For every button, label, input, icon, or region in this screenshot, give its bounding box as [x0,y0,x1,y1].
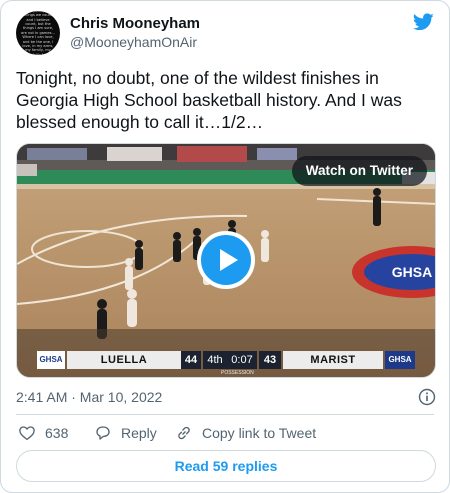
avatar-quote: "For years, the things we count and I be… [21,11,55,55]
scoreboard-left-logo: GHSA [37,351,65,369]
tweet-timestamp[interactable]: 2:41 AM · Mar 10, 2022 [16,389,162,405]
like-button[interactable]: 638 [18,421,68,445]
scoreboard-possession: POSSESSION [221,370,254,376]
timestamp-row: 2:41 AM · Mar 10, 2022 [16,387,436,407]
reply-bubble-icon [96,426,110,440]
scoreboard-score1: 44 [181,351,201,369]
scoreboard-clock: 0:07 [227,351,257,369]
watch-on-twitter-button[interactable]: Watch on Twitter [291,156,427,186]
reply-label: Reply [121,425,157,441]
play-button[interactable] [197,231,255,289]
scoreboard-team1: LUELLA [67,351,181,369]
scoreboard-score2: 43 [259,351,281,369]
twitter-bird-icon[interactable] [413,13,434,31]
tweet-text: Tonight, no doubt, one of the wildest fi… [16,68,402,132]
read-replies-button[interactable]: Read 59 replies [16,450,436,482]
copy-link-button[interactable]: Copy link to Tweet [175,421,316,445]
court-logo-text: GHSA [392,264,432,280]
author-display-name[interactable]: Chris Mooneyham [70,15,200,33]
link-icon [178,426,190,440]
tweet-header: "For years, the things we count and I be… [16,11,434,57]
scoreboard-right-logo: GHSA [385,351,415,369]
info-icon[interactable] [418,388,436,406]
heart-icon [19,426,35,441]
reply-button[interactable]: Reply [94,421,157,445]
like-count: 638 [45,425,69,441]
divider [16,414,434,415]
play-icon [220,249,238,271]
author-names: Chris Mooneyham @MooneyhamOnAir [70,15,200,52]
scoreboard-period: 4th [203,351,227,369]
tweet-actions: 638 Reply Copy link to Tweet [16,421,436,445]
author-handle[interactable]: @MooneyhamOnAir [70,33,200,52]
tweet-card: "For years, the things we count and I be… [0,0,450,493]
video-media[interactable]: GHSA Watch on Twitter GHSA LUELLA 44 4th… [16,143,436,378]
avatar[interactable]: "For years, the things we count and I be… [16,11,60,55]
copy-link-label: Copy link to Tweet [202,425,317,441]
scoreboard-team2: MARIST [283,351,383,369]
